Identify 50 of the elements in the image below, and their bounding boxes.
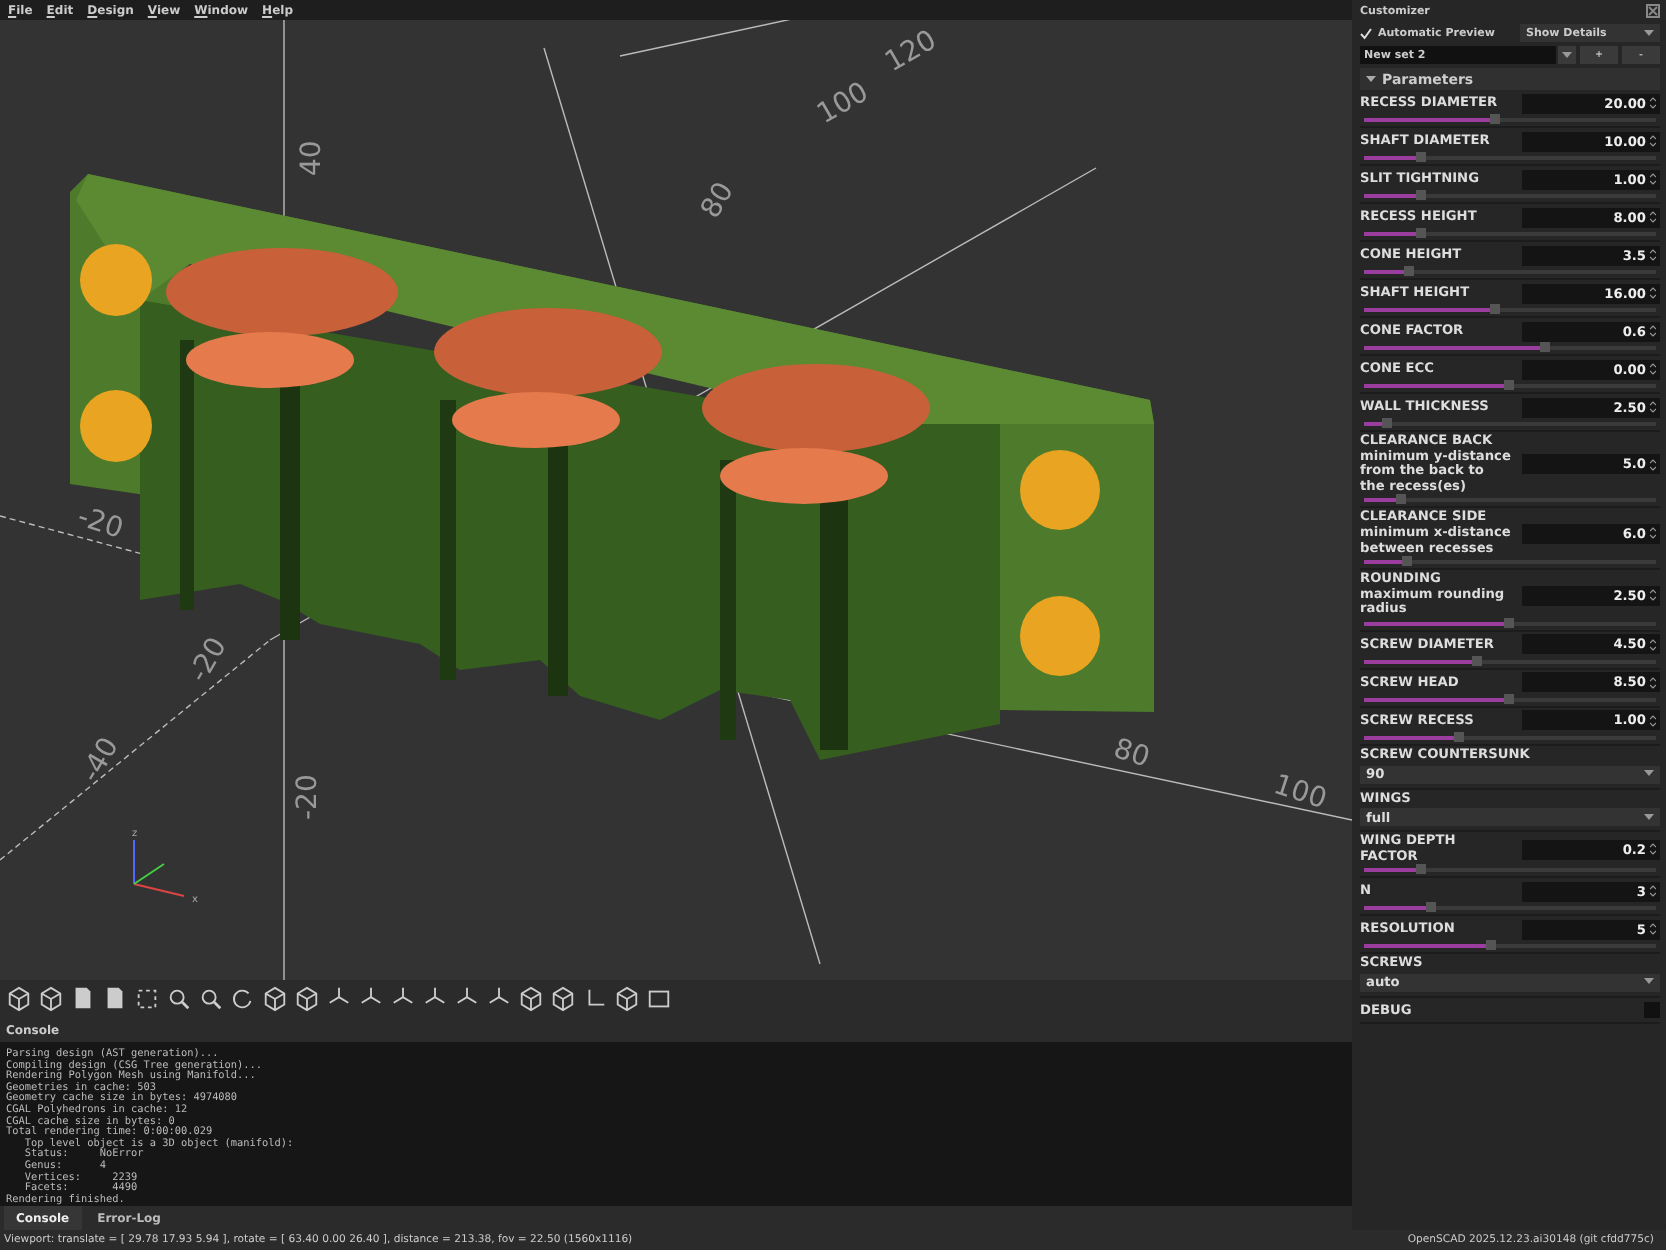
spinner-icon[interactable]	[1650, 286, 1656, 300]
reset-view-icon[interactable]	[230, 985, 256, 1011]
spinner-icon[interactable]	[1650, 713, 1656, 728]
cube-icon[interactable]	[294, 985, 320, 1011]
axis-tick-label: 120	[880, 24, 943, 79]
slider[interactable]	[1364, 944, 1656, 949]
frame-icon[interactable]	[646, 985, 672, 1011]
spinner-icon[interactable]	[1650, 637, 1656, 652]
expand-triangle-icon[interactable]	[1366, 74, 1376, 84]
spinner-icon[interactable]	[1650, 400, 1656, 414]
axis-tick-label: 100	[1269, 769, 1331, 817]
slider[interactable]	[1364, 621, 1656, 626]
file-icon[interactable]	[102, 985, 128, 1011]
zoom-out-icon[interactable]	[198, 985, 224, 1011]
zoom-in-icon[interactable]	[166, 985, 192, 1011]
axis-tick-label: 80	[1109, 733, 1154, 775]
caret-icon	[1644, 978, 1654, 987]
caret-icon	[1644, 29, 1654, 37]
spinner-icon[interactable]	[1650, 248, 1656, 262]
spinner-icon[interactable]	[1650, 96, 1656, 110]
close-icon[interactable]	[1646, 4, 1660, 18]
spinner-icon[interactable]	[1650, 884, 1656, 899]
caret-icon	[1644, 813, 1654, 822]
spinner-icon[interactable]	[1650, 842, 1656, 857]
spinner-icon[interactable]	[1650, 588, 1656, 603]
axis-tick-label: 40	[296, 140, 328, 176]
axis-tick-label: 100	[812, 76, 875, 131]
file-icon[interactable]	[70, 985, 96, 1011]
spinner-icon[interactable]	[1650, 457, 1656, 472]
spinner-icon[interactable]	[1650, 210, 1656, 224]
spinner-icon[interactable]	[1650, 675, 1656, 690]
slider[interactable]	[1364, 735, 1656, 740]
spinner-icon[interactable]	[1650, 324, 1656, 338]
slider[interactable]	[1364, 659, 1656, 664]
axis-tick-label: -20	[292, 774, 324, 820]
spinner-icon[interactable]	[1650, 922, 1656, 937]
spinner-icon[interactable]	[1650, 526, 1656, 541]
slider[interactable]	[1364, 697, 1656, 702]
axis-tick-label: -20	[183, 632, 234, 688]
axis-tick-label: -20	[73, 501, 127, 546]
checkmark-icon	[1360, 27, 1372, 39]
caret-icon	[1644, 770, 1654, 779]
axis-tick-label: 80	[695, 177, 741, 224]
cube-icon[interactable]	[262, 985, 288, 1011]
axis-tick-label: -40	[75, 732, 126, 788]
spinner-icon[interactable]	[1650, 172, 1656, 186]
spinner-icon[interactable]	[1650, 134, 1656, 148]
spinner-icon[interactable]	[1650, 362, 1656, 376]
caret-icon	[1562, 51, 1572, 59]
preset-dropdown[interactable]	[1558, 46, 1576, 64]
